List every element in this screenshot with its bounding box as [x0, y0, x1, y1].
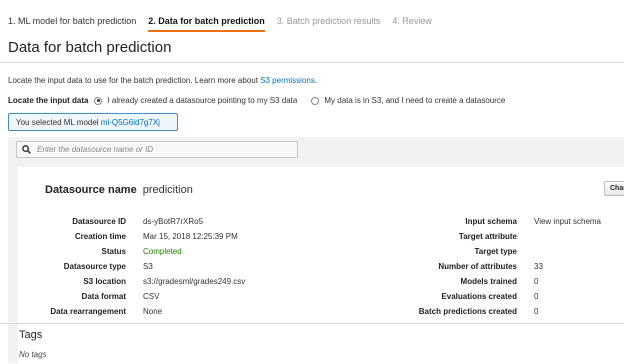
detail-row-batch-predictions-created: Batch predictions created 0 — [318, 307, 624, 318]
radio-existing-label: I already created a datasource pointing … — [107, 96, 298, 105]
detail-key: Target attribute — [458, 232, 517, 241]
detail-value: None — [143, 307, 163, 316]
detail-key: Data format — [81, 292, 126, 301]
s3-permissions-link[interactable]: S3 permissions — [260, 76, 315, 85]
datasource-name-row: Datasource name predicition — [45, 184, 193, 196]
detail-key: Evaluations created — [441, 292, 517, 301]
detail-row-target-attribute: Target attribute — [318, 232, 624, 243]
detail-row-datasource-type: Datasource type S3 — [18, 262, 318, 273]
title-divider — [0, 62, 624, 63]
detail-key: S3 location — [83, 277, 126, 286]
locate-description-suffix: . — [314, 76, 318, 85]
datasource-id-link[interactable]: ds-yBotR7rXRo5 — [143, 217, 203, 226]
detail-value: S3 — [143, 262, 153, 271]
view-input-schema-link[interactable]: View input schema — [534, 217, 601, 226]
detail-row-data-rearrangement: Data rearrangement None — [18, 307, 318, 318]
detail-value: 0 — [534, 292, 539, 301]
selected-model-notice: You selected ML model ml-Q5G6ld7g7Xj — [8, 113, 178, 131]
tags-divider — [0, 323, 624, 324]
detail-row-number-of-attributes: Number of attributes 33 — [318, 262, 624, 273]
detail-key: Creation time — [74, 232, 126, 241]
detail-key: Status — [101, 247, 126, 256]
detail-row-s3-location: S3 location s3://gradesml/grades249.csv — [18, 277, 318, 288]
radio-new-datasource[interactable]: My data is in S3, and I need to create a… — [311, 96, 505, 105]
selected-model-prefix: You selected ML model — [16, 118, 101, 127]
detail-key: Batch predictions created — [418, 307, 517, 316]
detail-value: s3://gradesml/grades249.csv — [143, 277, 246, 286]
detail-key: Number of attributes — [438, 262, 517, 271]
step-results: 3. Batch prediction results — [276, 16, 381, 26]
datasource-name-label: Datasource name — [45, 184, 137, 196]
radio-button-checked[interactable] — [94, 96, 103, 105]
detail-key: Datasource ID — [72, 217, 126, 226]
detail-value: Mar 15, 2018 12:25:39 PM — [143, 232, 238, 241]
detail-value: CSV — [143, 292, 160, 301]
detail-key: Datasource type — [63, 262, 126, 271]
wizard-steps: 1. ML model for batch prediction 2. Data… — [8, 16, 444, 32]
radio-new-label: My data is in S3, and I need to create a… — [324, 96, 506, 105]
step-review: 4. Review — [392, 16, 432, 26]
detail-value: 0 — [534, 277, 539, 286]
radio-existing-datasource[interactable]: I already created a datasource pointing … — [94, 96, 297, 105]
change-datasource-button[interactable]: Change — [604, 181, 624, 196]
selected-model-link[interactable]: ml-Q5G6ld7g7Xj — [101, 118, 160, 127]
detail-key: Models trained — [460, 277, 517, 286]
datasource-details-panel: Datasource name predicition Change Dataso… — [18, 167, 624, 364]
detail-row-input-schema: Input schema View input schema — [318, 217, 624, 228]
status-value: Completed — [143, 247, 182, 256]
detail-row-datasource-id: Datasource ID ds-yBotR7rXRo5 — [18, 217, 318, 228]
detail-key: Data rearrangement — [50, 307, 126, 316]
detail-row-creation-time: Creation time Mar 15, 2018 12:25:39 PM — [18, 232, 318, 243]
locate-input-row: Locate the input data I already created … — [8, 96, 519, 105]
detail-value: 0 — [534, 307, 539, 316]
locate-description-text: Locate the input data to use for the bat… — [8, 76, 261, 85]
step-data[interactable]: 2. Data for batch prediction — [148, 16, 265, 32]
detail-row-status: Status Completed — [18, 247, 318, 258]
no-tags-text: No tags — [19, 350, 47, 359]
detail-row-data-format: Data format CSV — [18, 292, 318, 303]
search-icon — [22, 145, 31, 154]
locate-description: Locate the input data to use for the bat… — [8, 76, 317, 85]
datasource-name-value: predicition — [142, 184, 193, 196]
tags-title: Tags — [19, 329, 43, 341]
page-title: Data for batch prediction — [8, 39, 172, 56]
step-ml-model[interactable]: 1. ML model for batch prediction — [8, 16, 136, 32]
search-placeholder: Enter the datasource name or ID — [37, 145, 154, 154]
radio-button-unchecked[interactable] — [311, 96, 320, 105]
detail-key: Target type — [474, 247, 517, 256]
detail-row-target-type: Target type — [318, 247, 624, 258]
detail-key: Input schema — [465, 217, 517, 226]
datasource-search-input[interactable]: Enter the datasource name or ID — [16, 141, 298, 158]
detail-row-evaluations-created: Evaluations created 0 — [318, 292, 624, 303]
detail-value: 33 — [534, 262, 543, 271]
locate-input-label: Locate the input data — [8, 96, 89, 105]
detail-row-models-trained: Models trained 0 — [318, 277, 624, 288]
